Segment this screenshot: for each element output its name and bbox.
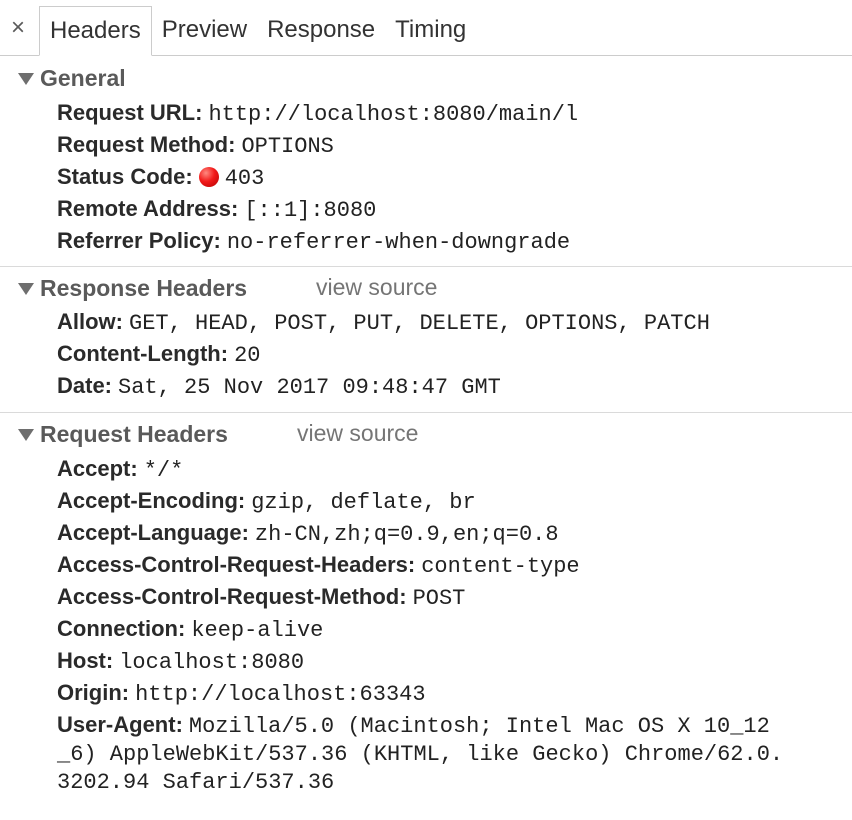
expand-triangle-icon — [18, 73, 34, 85]
header-row-user-agent: User-Agent: Mozilla/5.0 (Macintosh; Intel… — [57, 709, 770, 743]
header-value: zh-CN,zh;q=0.9,en;q=0.8 — [254, 522, 559, 547]
header-name: Allow: — [57, 309, 123, 334]
response-headers-section-header[interactable]: Response Headers — [18, 274, 247, 302]
header-value: http://localhost:8080/main/l — [208, 102, 579, 127]
header-name: Access-Control-Request-Method: — [57, 584, 407, 609]
header-name: Content-Length: — [57, 341, 229, 366]
header-row-request-url: Request URL: http://localhost:8080/main/l — [57, 97, 578, 131]
status-error-icon — [198, 167, 219, 187]
response-view-source-link[interactable]: view source — [316, 274, 437, 301]
header-value: */* — [143, 458, 184, 483]
section-title: Response Headers — [40, 274, 248, 301]
header-row-referrer-policy: Referrer Policy: no-referrer-when-downgra… — [57, 225, 570, 259]
header-value: localhost:8080 — [119, 650, 305, 675]
header-name: Accept-Language: — [57, 520, 249, 545]
header-value: keep-alive — [191, 618, 324, 643]
header-name: Access-Control-Request-Headers: — [57, 552, 416, 577]
section-title: General — [40, 64, 126, 91]
header-row-remote-address: Remote Address: [::1]:8080 — [57, 193, 376, 227]
header-name: Host: — [57, 648, 114, 673]
header-value: no-referrer-when-downgrade — [226, 230, 571, 255]
section-title: Request Headers — [40, 420, 228, 447]
header-name: User-Agent: — [57, 712, 183, 737]
header-value: Mozilla/5.0 (Macintosh; Intel Mac OS X 1… — [188, 714, 770, 739]
tab-response[interactable]: Response — [257, 6, 385, 55]
user-agent-continuation: 3202.94 Safari/537.36 — [57, 770, 335, 795]
request-view-source-link[interactable]: view source — [297, 420, 418, 447]
tab-bar: × Headers Preview Response Timing — [0, 0, 852, 56]
header-row-access-control-request-headers: Access-Control-Request-Headers: content-t… — [57, 549, 580, 583]
header-value: 20 — [234, 343, 261, 368]
tab-preview[interactable]: Preview — [152, 6, 257, 55]
request-headers-section-header[interactable]: Request Headers — [18, 420, 228, 448]
user-agent-continuation: _6) AppleWebKit/537.36 (KHTML, like Geck… — [57, 742, 784, 767]
header-value: http://localhost:63343 — [135, 682, 426, 707]
header-row-accept-encoding: Accept-Encoding: gzip, deflate, br — [57, 485, 476, 519]
section-divider — [0, 412, 852, 413]
tab-headers[interactable]: Headers — [39, 6, 152, 56]
header-row-status-code: Status Code: 403 — [57, 161, 264, 195]
tab-list: Headers Preview Response Timing — [39, 6, 476, 56]
close-icon[interactable]: × — [6, 14, 30, 42]
header-row-access-control-request-method: Access-Control-Request-Method: POST — [57, 581, 465, 615]
section-divider — [0, 266, 852, 267]
header-row-accept: Accept: */* — [57, 453, 183, 487]
general-section-header[interactable]: General — [18, 64, 126, 92]
header-value: Sat, 25 Nov 2017 09:48:47 GMT — [118, 375, 501, 400]
header-row-origin: Origin: http://localhost:63343 — [57, 677, 426, 711]
header-value: content-type — [421, 554, 580, 579]
header-name: Origin: — [57, 680, 130, 705]
header-row-content-length: Content-Length: 20 — [57, 338, 260, 372]
header-row-date: Date: Sat, 25 Nov 2017 09:48:47 GMT — [57, 370, 501, 404]
header-value: [::1]:8080 — [244, 198, 377, 223]
header-value: POST — [412, 586, 466, 611]
header-name: Request URL: — [57, 100, 203, 125]
header-value: 403 — [224, 166, 265, 191]
header-name: Request Method: — [57, 132, 236, 157]
header-name: Accept: — [57, 456, 138, 481]
header-value: gzip, deflate, br — [251, 490, 476, 515]
header-row-connection: Connection: keep-alive — [57, 613, 323, 647]
header-row-accept-language: Accept-Language: zh-CN,zh;q=0.9,en;q=0.8 — [57, 517, 559, 551]
header-value: GET, HEAD, POST, PUT, DELETE, OPTIONS, P… — [129, 311, 710, 336]
header-name: Accept-Encoding: — [57, 488, 246, 513]
expand-triangle-icon — [18, 429, 34, 441]
header-name: Connection: — [57, 616, 186, 641]
header-name: Status Code: — [57, 164, 193, 189]
header-row-request-method: Request Method: OPTIONS — [57, 129, 334, 163]
header-name: Remote Address: — [57, 196, 239, 221]
header-value: OPTIONS — [241, 134, 334, 159]
header-row-allow: Allow: GET, HEAD, POST, PUT, DELETE, OPTI… — [57, 306, 710, 340]
expand-triangle-icon — [18, 283, 34, 295]
tab-timing[interactable]: Timing — [385, 6, 476, 55]
header-name: Referrer Policy: — [57, 228, 221, 253]
header-row-host: Host: localhost:8080 — [57, 645, 304, 679]
header-name: Date: — [57, 373, 113, 398]
